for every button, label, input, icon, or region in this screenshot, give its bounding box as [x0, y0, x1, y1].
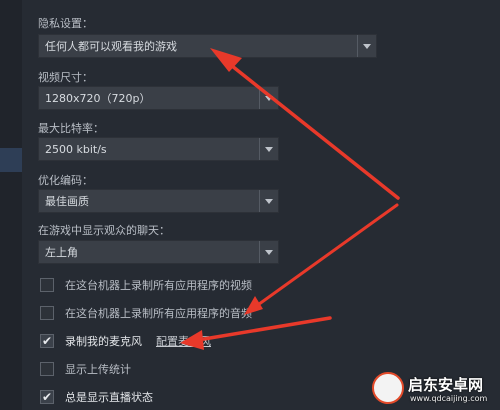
encoding-value: 最佳画质: [45, 195, 89, 208]
privacy-dropdown[interactable]: 任何人都可以观看我的游戏: [38, 34, 377, 58]
record-mic-row[interactable]: ✔ 录制我的麦克风 配置麦克风: [40, 333, 211, 349]
watermark-url: www.qdcaijing.com: [410, 394, 488, 403]
record-all-audio-row[interactable]: 在这台机器上录制所有应用程序的音频: [40, 305, 252, 321]
video-size-value: 1280x720（720p）: [45, 92, 151, 105]
record-mic-checkbox[interactable]: ✔: [40, 334, 54, 348]
chat-position-label: 在游戏中显示观众的聊天：: [38, 224, 170, 237]
record-all-video-checkbox[interactable]: [40, 278, 54, 292]
always-show-status-label: 总是显示直播状态: [65, 391, 153, 404]
video-size-dropdown[interactable]: 1280x720（720p）: [38, 86, 279, 110]
record-all-audio-checkbox[interactable]: [40, 306, 54, 320]
arrow-to-privacy: [210, 48, 400, 200]
chat-position-dropdown[interactable]: 左上角: [38, 240, 279, 264]
max-bitrate-label: 最大比特率：: [38, 122, 104, 135]
encoding-label: 优化编码：: [38, 174, 93, 187]
chevron-down-icon[interactable]: [357, 35, 376, 57]
watermark-logo-icon: [372, 372, 404, 404]
chevron-down-icon[interactable]: [259, 241, 278, 263]
watermark: 启东安卓网 www.qdcaijing.com: [372, 370, 498, 408]
always-show-status-row[interactable]: ✔ 总是显示直播状态: [40, 389, 153, 405]
record-all-audio-label: 在这台机器上录制所有应用程序的音频: [65, 307, 252, 320]
configure-mic-link[interactable]: 配置麦克风: [156, 333, 211, 349]
show-upload-stats-checkbox[interactable]: [40, 362, 54, 376]
show-upload-stats-row[interactable]: 显示上传统计: [40, 361, 131, 377]
video-size-label: 视频尺寸：: [38, 71, 93, 84]
chevron-down-icon[interactable]: [259, 87, 278, 109]
left-sidebar-strip: [0, 0, 22, 410]
always-show-status-checkbox[interactable]: ✔: [40, 390, 54, 404]
max-bitrate-value: 2500 kbit/s: [45, 142, 107, 156]
privacy-label: 隐私设置：: [38, 17, 93, 30]
chat-position-value: 左上角: [45, 246, 78, 259]
max-bitrate-dropdown[interactable]: 2500 kbit/s: [38, 137, 279, 161]
sidebar-selected-marker: [0, 148, 22, 172]
record-all-video-row[interactable]: 在这台机器上录制所有应用程序的视频: [40, 277, 252, 293]
watermark-name: 启东安卓网: [408, 376, 484, 394]
encoding-dropdown[interactable]: 最佳画质: [38, 189, 279, 213]
record-all-video-label: 在这台机器上录制所有应用程序的视频: [65, 279, 252, 292]
chevron-down-icon[interactable]: [259, 138, 278, 160]
privacy-value: 任何人都可以观看我的游戏: [45, 40, 177, 53]
show-upload-stats-label: 显示上传统计: [65, 363, 131, 376]
chevron-down-icon[interactable]: [259, 190, 278, 212]
record-mic-label: 录制我的麦克风: [65, 335, 142, 348]
